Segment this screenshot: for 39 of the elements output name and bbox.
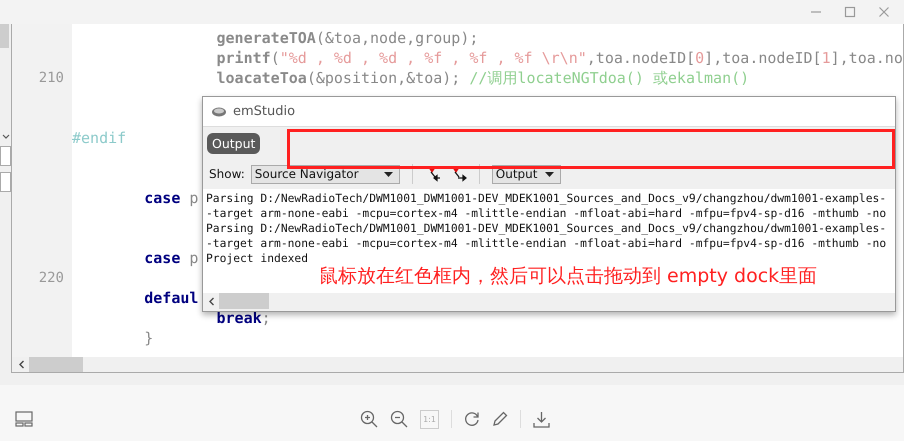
download-icon[interactable] bbox=[533, 410, 550, 428]
caret-icon bbox=[545, 172, 554, 176]
maximize-icon[interactable] bbox=[844, 6, 856, 18]
line-number: 210 bbox=[38, 70, 64, 86]
output-line: Project indexed bbox=[206, 251, 308, 266]
code-line: printf("%d , %d , %d , %f , %f , %f \r\n",toa.nodeID[0],toa.nodeID[1],toa.no bbox=[215, 49, 903, 67]
code-line: loacateToa(&position,&toa); //调用locateNGTdoa() 或ekalman() bbox=[215, 68, 750, 88]
code-line: } bbox=[143, 329, 154, 347]
show-label: Show: bbox=[209, 167, 245, 181]
scrollbar-thumb[interactable] bbox=[29, 357, 83, 372]
code-line: case p bbox=[143, 249, 198, 267]
line-number: 220 bbox=[38, 270, 64, 286]
side-field[interactable] bbox=[0, 146, 11, 166]
scrollbar-thumb[interactable] bbox=[0, 24, 9, 48]
code-line: defaul bbox=[143, 289, 198, 307]
scrollbar-thumb[interactable] bbox=[219, 293, 269, 309]
zoom-in-icon[interactable] bbox=[360, 410, 378, 428]
chevron-icon[interactable] bbox=[2, 134, 10, 140]
scroll-left-icon[interactable] bbox=[18, 360, 25, 369]
code-line: generateTOA(&toa,node,group); bbox=[215, 29, 478, 47]
pencil-icon[interactable] bbox=[492, 411, 508, 427]
window-title: emStudio bbox=[233, 104, 296, 119]
code-line: case p bbox=[143, 189, 198, 207]
scroll-left-icon[interactable] bbox=[208, 296, 215, 306]
code-line: break; bbox=[215, 309, 271, 327]
code-line: #endif bbox=[72, 129, 126, 147]
output-button[interactable]: Output bbox=[207, 132, 260, 154]
output-line: Parsing D:/NewRadioTech/DWM1001_DWM1001-DEV_MDEK1001_Sources_and_Docs_v9/changzhou/dwm1001-examples- bbox=[206, 191, 886, 206]
layout-icon[interactable] bbox=[15, 411, 33, 427]
app-icon bbox=[211, 106, 227, 118]
output-line: -target arm-none-eabi -mcpu=cortex-m4 -mlittle-endian -mfloat-abi=hard -mfpu=fpv4-sp-d16 -mthumb -no bbox=[206, 236, 886, 251]
close-icon[interactable] bbox=[878, 6, 890, 18]
annotation-text: 鼠标放在红色框内，然后可以点击拖动到 empty dock里面 bbox=[319, 264, 818, 289]
output-line: Parsing D:/NewRadioTech/DWM1001_DWM1001-DEV_MDEK1001_Sources_and_Docs_v9/changzhou/dwm1001-examples- bbox=[206, 221, 886, 236]
caret-icon bbox=[384, 172, 393, 176]
zoom-out-icon[interactable] bbox=[390, 410, 408, 428]
side-field[interactable] bbox=[0, 172, 11, 192]
output-line: -target arm-none-eabi -mcpu=cortex-m4 -mlittle-endian -mfloat-abi=hard -mfpu=fpv4-sp-d16 -mthumb -no bbox=[206, 206, 886, 221]
refresh-icon[interactable] bbox=[464, 411, 480, 427]
